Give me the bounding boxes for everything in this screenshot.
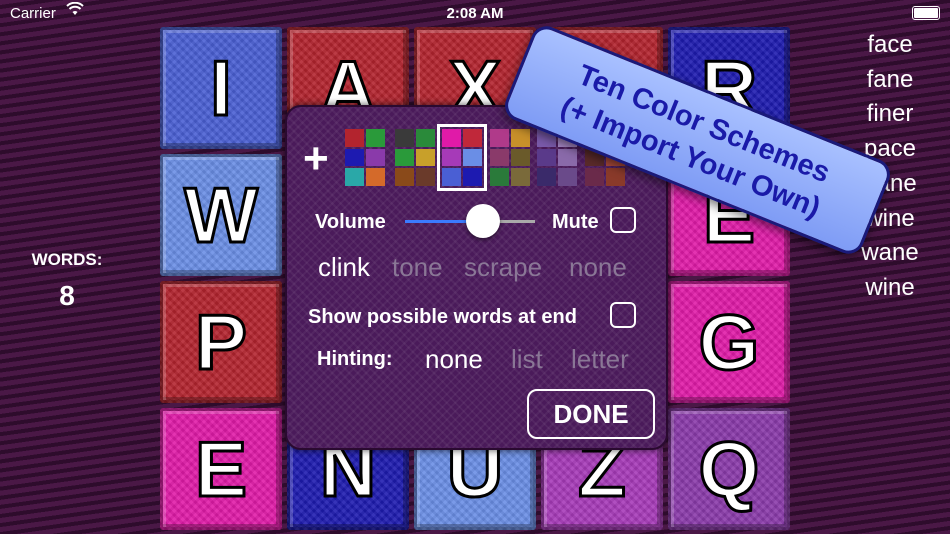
swatch-cell <box>416 168 435 186</box>
show-words-checkbox[interactable] <box>610 302 636 328</box>
show-words-label: Show possible words at end <box>308 306 577 328</box>
swatch-cell <box>395 129 414 147</box>
found-word: face <box>867 31 913 58</box>
swatch-cell <box>416 129 435 147</box>
swatch-cell <box>416 148 435 167</box>
swatch-cell <box>511 129 530 147</box>
letter-tile[interactable]: Q <box>668 408 790 530</box>
swatch-cell <box>463 148 482 167</box>
found-word: finer <box>866 100 914 128</box>
letter-tile[interactable]: W <box>160 154 282 276</box>
swatch-cell <box>345 168 364 186</box>
color-scheme-swatch[interactable] <box>490 129 530 186</box>
swatch-cell <box>606 168 625 186</box>
sound-option[interactable]: tone <box>392 252 443 283</box>
found-word: fane <box>866 65 914 93</box>
swatch-cell <box>537 148 556 167</box>
swatch-cell <box>442 168 461 186</box>
words-label: WORDS: <box>31 250 103 269</box>
hint-option[interactable]: list <box>511 344 543 375</box>
import-scheme-plus-icon[interactable]: + <box>303 137 329 181</box>
sound-option[interactable]: clink <box>318 252 370 283</box>
battery-icon <box>912 6 940 20</box>
words-count: 8 <box>59 280 75 311</box>
hint-option[interactable]: letter <box>571 344 629 375</box>
swatch-cell <box>366 129 385 147</box>
swatch-cell <box>395 168 414 186</box>
volume-slider-thumb[interactable] <box>466 204 500 238</box>
hinting-label: Hinting: <box>317 348 393 370</box>
letter-tile[interactable]: G <box>668 281 790 403</box>
found-word: wine <box>865 273 915 301</box>
swatch-cell <box>366 168 385 186</box>
swatch-cell <box>585 168 604 186</box>
swatch-cell <box>490 168 509 186</box>
swatch-cell <box>442 148 461 167</box>
swatch-cell <box>558 148 577 167</box>
swatch-cell <box>511 148 530 167</box>
letter-tile[interactable]: E <box>160 408 282 530</box>
swatch-cell <box>490 148 509 167</box>
mute-checkbox[interactable] <box>610 207 636 233</box>
sound-option[interactable]: scrape <box>464 252 542 283</box>
swatch-cell <box>537 168 556 186</box>
status-bar: Carrier 2:08 AM <box>0 0 950 28</box>
swatch-cell <box>511 168 530 186</box>
letter-tile[interactable]: I <box>160 27 282 149</box>
swatch-cell <box>490 129 509 147</box>
swatch-cell <box>463 168 482 186</box>
volume-label: Volume <box>315 211 386 233</box>
swatch-cell <box>345 148 364 167</box>
swatch-cell <box>395 148 414 167</box>
status-time: 2:08 AM <box>446 5 504 22</box>
hint-option[interactable]: none <box>425 344 483 375</box>
color-scheme-swatch[interactable] <box>437 124 487 191</box>
color-scheme-swatch[interactable] <box>345 129 385 186</box>
swatch-cell <box>442 129 461 147</box>
done-button[interactable]: DONE <box>527 389 655 439</box>
mute-label: Mute <box>552 211 599 233</box>
swatch-cell <box>463 129 482 147</box>
color-scheme-swatch[interactable] <box>395 129 435 186</box>
swatch-cell <box>345 129 364 147</box>
swatch-cell <box>558 168 577 186</box>
sound-option[interactable]: none <box>569 252 627 283</box>
swatch-cell <box>366 148 385 167</box>
letter-tile[interactable]: P <box>160 281 282 403</box>
volume-slider[interactable] <box>405 204 535 238</box>
